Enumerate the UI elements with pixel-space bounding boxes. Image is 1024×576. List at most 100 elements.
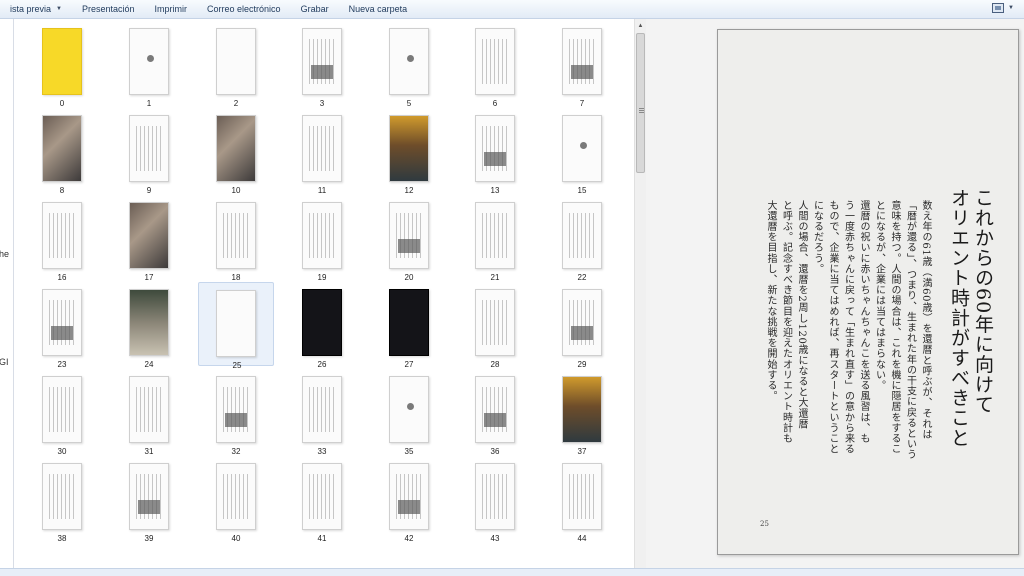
view-options-caret-icon[interactable]: ▼ — [1008, 5, 1014, 11]
email-button[interactable]: Correo electrónico — [197, 0, 291, 19]
burn-button[interactable]: Grabar — [291, 0, 339, 19]
thumbnail-item[interactable]: 0 — [24, 21, 100, 108]
page-thumbnail[interactable] — [129, 28, 169, 95]
page-thumbnail[interactable] — [389, 289, 429, 356]
thumbnail-item[interactable]: 19 — [284, 195, 360, 282]
page-thumbnail[interactable] — [216, 115, 256, 182]
thumbnail-item[interactable]: 18 — [198, 195, 274, 282]
page-thumbnail[interactable] — [129, 289, 169, 356]
page-thumbnail[interactable] — [216, 376, 256, 443]
thumbnail-item[interactable]: 23 — [24, 282, 100, 369]
thumbnail-item[interactable]: 13 — [457, 108, 533, 195]
thumbnail-item[interactable]: 22 — [544, 195, 620, 282]
page-thumbnail[interactable] — [216, 290, 256, 357]
page-thumbnail[interactable] — [302, 202, 342, 269]
nav-item-fragment[interactable]: LGI — [0, 357, 9, 367]
thumbnail-item[interactable]: 6 — [457, 21, 533, 108]
page-thumbnail[interactable] — [129, 202, 169, 269]
thumbnail-item[interactable]: 33 — [284, 369, 360, 456]
thumbnail-item[interactable]: 24 — [111, 282, 187, 369]
thumbnail-item[interactable]: 40 — [198, 456, 274, 543]
thumbnail-item[interactable]: 2 — [198, 21, 274, 108]
page-thumbnail[interactable] — [42, 28, 82, 95]
page-thumbnail[interactable] — [389, 202, 429, 269]
thumbnail-item[interactable]: 11 — [284, 108, 360, 195]
scroll-up-icon[interactable]: ▲ — [635, 20, 646, 32]
thumbnail-item[interactable]: 17 — [111, 195, 187, 282]
page-thumbnail[interactable] — [389, 376, 429, 443]
thumbnail-item[interactable]: 7 — [544, 21, 620, 108]
page-thumbnail[interactable] — [389, 115, 429, 182]
page-thumbnail[interactable] — [562, 28, 602, 95]
page-thumbnail[interactable] — [302, 289, 342, 356]
page-thumbnail[interactable] — [475, 28, 515, 95]
thumbnail-item[interactable]: 16 — [24, 195, 100, 282]
page-thumbnail[interactable] — [216, 28, 256, 95]
thumbnail-item[interactable]: 42 — [371, 456, 447, 543]
page-thumbnail[interactable] — [389, 28, 429, 95]
thumbnail-item[interactable]: 1 — [111, 21, 187, 108]
thumbnail-grid[interactable]: 0 1 2 3 5 6 7 8 9 10 11 12 13 15 16 17 18 19 20 21 22 23 24 25 2… — [14, 19, 634, 568]
page-thumbnail[interactable] — [42, 376, 82, 443]
page-thumbnail[interactable] — [475, 289, 515, 356]
page-thumbnail[interactable] — [302, 115, 342, 182]
thumbnail-item[interactable]: 32 — [198, 369, 274, 456]
slideshow-button[interactable]: Presentación — [72, 0, 145, 19]
page-thumbnail[interactable] — [302, 376, 342, 443]
view-options[interactable]: ▼ — [992, 3, 1014, 13]
thumbnail-item[interactable]: 3 — [284, 21, 360, 108]
page-thumbnail[interactable] — [562, 376, 602, 443]
page-thumbnail[interactable] — [129, 463, 169, 530]
page-thumbnail[interactable] — [475, 115, 515, 182]
thumbnail-item[interactable]: 15 — [544, 108, 620, 195]
page-thumbnail[interactable] — [129, 115, 169, 182]
page-thumbnail[interactable] — [302, 463, 342, 530]
page-thumbnail[interactable] — [562, 202, 602, 269]
thumbnail-item[interactable]: 25 — [198, 282, 274, 370]
thumbnail-item[interactable]: 12 — [371, 108, 447, 195]
new-folder-button[interactable]: Nueva carpeta — [339, 0, 418, 19]
thumbnail-item[interactable]: 36 — [457, 369, 533, 456]
page-thumbnail[interactable] — [42, 202, 82, 269]
thumbnail-item[interactable]: 8 — [24, 108, 100, 195]
thumbnail-item[interactable]: 27 — [371, 282, 447, 369]
thumbnail-item[interactable]: 39 — [111, 456, 187, 543]
page-thumbnail[interactable] — [302, 28, 342, 95]
thumbnail-item[interactable]: 30 — [24, 369, 100, 456]
page-thumbnail[interactable] — [475, 463, 515, 530]
print-button[interactable]: Imprimir — [145, 0, 198, 19]
thumbnail-item[interactable]: 41 — [284, 456, 360, 543]
page-thumbnail[interactable] — [389, 463, 429, 530]
page-thumbnail[interactable] — [562, 463, 602, 530]
page-thumbnail[interactable] — [42, 115, 82, 182]
nav-item-fragment[interactable]: 3he — [0, 249, 9, 259]
page-thumbnail[interactable] — [475, 376, 515, 443]
thumbnail-item[interactable]: 38 — [24, 456, 100, 543]
thumbnail-item[interactable]: 9 — [111, 108, 187, 195]
thumbnail-item[interactable]: 5 — [371, 21, 447, 108]
page-thumbnail[interactable] — [42, 289, 82, 356]
page-thumbnail[interactable] — [216, 463, 256, 530]
thumbnail-item[interactable]: 43 — [457, 456, 533, 543]
page-thumbnail[interactable] — [475, 202, 515, 269]
page-thumbnail[interactable] — [42, 463, 82, 530]
page-thumbnail[interactable] — [129, 376, 169, 443]
thumbnail-item[interactable]: 21 — [457, 195, 533, 282]
thumbnail-item[interactable]: 29 — [544, 282, 620, 369]
thumbnail-item[interactable]: 31 — [111, 369, 187, 456]
thumbnail-item[interactable]: 37 — [544, 369, 620, 456]
thumbnail-item[interactable]: 20 — [371, 195, 447, 282]
page-thumbnail[interactable] — [562, 115, 602, 182]
page-thumbnail[interactable] — [216, 202, 256, 269]
view-options-icon[interactable] — [992, 3, 1005, 13]
preview-button[interactable]: ista previa ▼ — [0, 0, 72, 19]
thumbnail-item[interactable]: 35 — [371, 369, 447, 456]
thumbnail-item[interactable]: 26 — [284, 282, 360, 369]
scrollbar-thumb[interactable] — [636, 33, 645, 173]
thumbnail-item[interactable]: 28 — [457, 282, 533, 369]
page-thumbnail[interactable] — [562, 289, 602, 356]
thumbnail-item[interactable]: 44 — [544, 456, 620, 543]
thumbnail-item[interactable]: 10 — [198, 108, 274, 195]
navigation-pane[interactable]: 3he LGI — [0, 19, 14, 568]
thumbnail-scrollbar[interactable]: ▲ — [634, 19, 646, 568]
